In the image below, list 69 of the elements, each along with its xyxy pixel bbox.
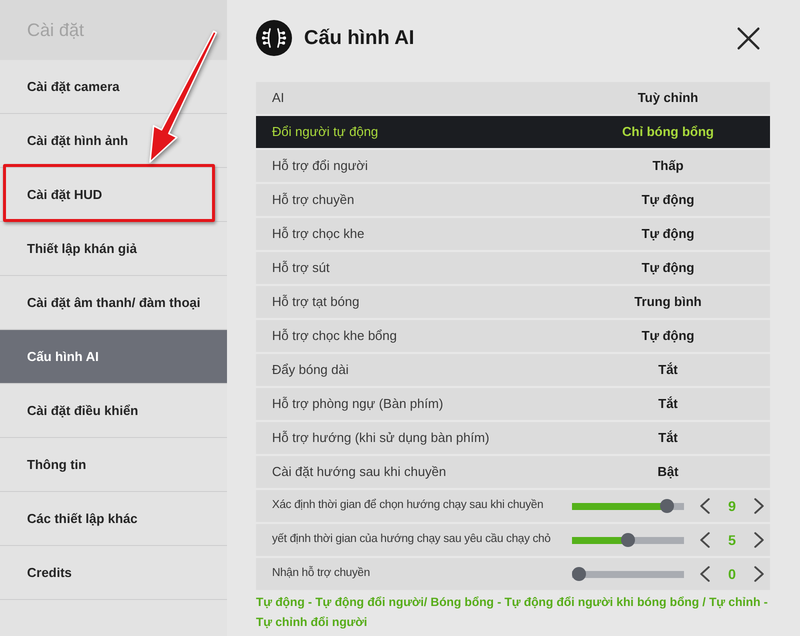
stepper-value: 0 [728,564,736,584]
setting-row[interactable]: Cài đặt hướng sau khi chuyền Bật [256,456,770,488]
decrease-button[interactable] [700,498,710,514]
setting-value: Tự động [642,259,694,278]
setting-label: AI [272,89,284,108]
setting-row[interactable]: yết định thời gian của hướng chạy sau yêu cầu chạy chỏ 5 [256,524,770,556]
stepper-value: 5 [728,530,736,550]
setting-label: Cài đặt hướng sau khi chuyền [272,463,446,482]
setting-row[interactable]: Đổi người tự động Chỉ bóng bổng [256,116,770,148]
decrease-button[interactable] [700,566,710,582]
setting-label: Hỗ trợ đổi người [272,157,368,176]
setting-value: Chỉ bóng bổng [622,123,714,142]
decrease-button[interactable] [700,532,710,548]
increase-button[interactable] [754,498,764,514]
setting-label: Hỗ trợ tạt bóng [272,293,360,312]
slider-thumb[interactable] [660,499,674,513]
slider-track[interactable] [572,567,684,581]
setting-label: Đẩy bóng dài [272,361,349,380]
setting-row[interactable]: Hỗ trợ chọc khe bổng Tự động [256,320,770,352]
setting-row[interactable]: Hỗ trợ đổi người Thấp [256,150,770,182]
setting-label: Hỗ trợ phòng ngự (Bàn phím) [272,395,444,414]
chevron-right-icon [754,566,764,582]
setting-value: Tự động [642,225,694,244]
setting-label: Hỗ trợ chọc khe [272,225,364,244]
setting-row[interactable]: Hỗ trợ tạt bóng Trung bình [256,286,770,318]
setting-row[interactable]: Xác định thời gian để chọn hướng chạy sau khi chuyền 9 [256,490,770,522]
slider-thumb[interactable] [621,533,635,547]
close-button[interactable] [737,27,760,50]
setting-row[interactable]: Hỗ trợ chuyền Tự động [256,184,770,216]
increase-button[interactable] [754,532,764,548]
setting-row[interactable]: AI Tuỳ chỉnh [256,82,770,114]
setting-value: Tuỳ chỉnh [638,89,698,108]
setting-value: Tắt [658,361,678,380]
setting-label: Đổi người tự động [272,123,378,142]
setting-label: Nhận hỗ trợ chuyền [272,565,370,582]
legend-text: Tự động - Tự động đổi người/ Bóng bổng - Tự động đổi người khi bóng bổng / Tự chỉnh - Tự chỉnh đổi người [256,594,769,631]
chevron-right-icon [754,498,764,514]
setting-value: Bật [658,463,678,482]
setting-label: Hỗ trợ sút [272,259,330,278]
chevron-right-icon [754,532,764,548]
setting-value: Trung bình [634,293,702,312]
setting-value: Thấp [652,157,684,176]
slider-thumb[interactable] [572,567,586,581]
slider-track[interactable] [572,499,684,513]
chevron-left-icon [700,532,710,548]
setting-row[interactable]: Đẩy bóng dài Tắt [256,354,770,386]
chevron-left-icon [700,566,710,582]
setting-label: Hỗ trợ chọc khe bổng [272,327,397,346]
chevron-left-icon [700,498,710,514]
setting-label: Hỗ trợ chuyền [272,191,354,210]
close-icon [737,27,760,50]
setting-value: Tắt [658,395,678,414]
setting-label: Hỗ trợ hướng (khi sử dụng bàn phím) [272,429,490,448]
circuit-icon [256,20,292,56]
stepper-value: 9 [728,496,736,516]
setting-value: Tự động [642,327,694,346]
setting-row[interactable]: Nhận hỗ trợ chuyền 0 [256,558,770,590]
setting-row[interactable]: Hỗ trợ chọc khe Tự động [256,218,770,250]
sidebar-item[interactable]: Cấu hình AI [0,330,227,384]
setting-row[interactable]: Hỗ trợ sút Tự động [256,252,770,284]
slider-track[interactable] [572,533,684,547]
setting-label: Xác định thời gian để chọn hướng chạy sau khi chuyền [272,498,544,514]
setting-row[interactable]: Hỗ trợ phòng ngự (Bàn phím) Tắt [256,388,770,420]
setting-row[interactable]: Hỗ trợ hướng (khi sử dụng bàn phím) Tắt [256,422,770,454]
setting-value: Tự động [642,191,694,210]
setting-value: Tắt [658,429,678,448]
panel-title: Cấu hình AI [304,26,414,51]
setting-label: yết định thời gian của hướng chạy sau yêu cầu chạy chỏ [272,532,551,548]
increase-button[interactable] [754,566,764,582]
